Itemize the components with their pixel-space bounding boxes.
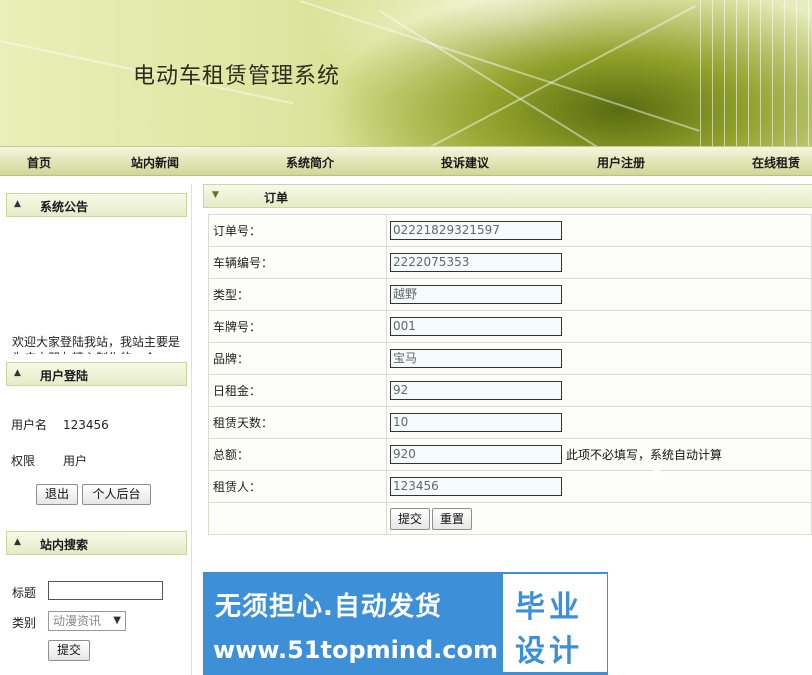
submit-button[interactable]: 提交 bbox=[390, 507, 431, 530]
triangle-up-icon: ▲ bbox=[14, 199, 21, 209]
field-label: 车牌号： bbox=[208, 310, 387, 343]
nav-news[interactable]: 站内新闻 bbox=[131, 154, 179, 171]
login-header: ▲ 用户登陆 bbox=[6, 362, 187, 386]
daily-rent-input[interactable]: 92 bbox=[390, 381, 562, 400]
ad-badge-line1: 毕业 bbox=[515, 590, 583, 625]
search-title-label: 标题 bbox=[12, 586, 37, 600]
total-input[interactable]: 920 bbox=[390, 445, 562, 464]
field-label: 品牌： bbox=[208, 342, 387, 375]
triangle-up-icon: ▲ bbox=[14, 537, 21, 547]
field-label: 租赁天数： bbox=[208, 406, 387, 439]
main-nav: 首页 站内新闻 系统简介 投诉建议 用户注册 在线租赁 bbox=[0, 146, 812, 176]
reset-button[interactable]: 重置 bbox=[432, 507, 473, 530]
search-title-input[interactable] bbox=[48, 581, 163, 600]
role-row: 权限 用户 bbox=[11, 452, 87, 469]
announcement-header: ▲ 系统公告 bbox=[6, 193, 187, 217]
field-label: 租赁人： bbox=[208, 470, 387, 503]
field-label: 总额： bbox=[208, 438, 387, 471]
renter-input[interactable]: 123456 bbox=[390, 477, 562, 496]
search-submit-button[interactable]: 提交 bbox=[48, 640, 90, 661]
plate-number-input[interactable]: 001 bbox=[390, 317, 562, 336]
form-row: 品牌： 宝马 bbox=[208, 342, 812, 375]
page: 电动车租赁管理系统 首页 站内新闻 系统简介 投诉建议 用户注册 在线租赁 ▲ … bbox=[0, 0, 812, 675]
announcement-text: 欢迎大家登陆我站，我站主要是为广大朋友精心制作的一个 bbox=[12, 335, 180, 354]
form-row: 车牌号： 001 bbox=[208, 310, 812, 343]
search-category-label: 类别 bbox=[12, 616, 37, 630]
category-select-value: 动漫资讯 bbox=[53, 614, 102, 628]
form-row: 车辆编号： 2222075353 bbox=[208, 246, 812, 279]
profile-button[interactable]: 个人后台 bbox=[82, 484, 151, 505]
dropdown-arrow-icon: ▼ bbox=[113, 615, 121, 626]
username-row: 用户名 123456 bbox=[11, 416, 109, 433]
field-label: 日租金： bbox=[208, 374, 387, 407]
form-row: 租赁天数： 10 bbox=[208, 406, 812, 439]
field-label: 类型： bbox=[208, 278, 387, 311]
vehicle-number-input[interactable]: 2222075353 bbox=[390, 253, 562, 272]
field-label: 车辆编号： bbox=[208, 246, 387, 279]
form-row: 日租金： 92 bbox=[208, 374, 812, 407]
form-row: 类型： 越野 bbox=[208, 278, 812, 311]
triangle-up-icon: ▲ bbox=[14, 368, 21, 378]
order-form: 订单号： 02221829321597 车辆编号： 2222075353 类型：… bbox=[208, 214, 812, 535]
search-header: ▲ 站内搜索 bbox=[6, 531, 187, 555]
logout-button[interactable]: 退出 bbox=[36, 484, 78, 505]
order-header: ▼ 订单 bbox=[203, 184, 812, 208]
username-value: 123456 bbox=[63, 418, 109, 432]
brand-input[interactable]: 宝马 bbox=[390, 349, 562, 368]
search-title: 站内搜索 bbox=[40, 538, 89, 552]
type-input[interactable]: 越野 bbox=[390, 285, 562, 304]
form-row: 租赁人： 123456 bbox=[208, 470, 812, 503]
nav-register[interactable]: 用户注册 bbox=[597, 154, 645, 171]
rental-days-input[interactable]: 10 bbox=[390, 413, 562, 432]
order-number-input[interactable]: 02221829321597 bbox=[390, 221, 562, 240]
nav-online-rental[interactable]: 在线租赁 bbox=[752, 154, 800, 171]
nav-home[interactable]: 首页 bbox=[27, 154, 51, 171]
announcement-title: 系统公告 bbox=[40, 200, 89, 214]
empty-cell bbox=[208, 502, 387, 535]
ad-line2: www.51topmind.com bbox=[213, 636, 498, 664]
sidebar: ▲ 系统公告 欢迎大家登陆我站，我站主要是为广大朋友精心制作的一个 ▲ 用户登陆… bbox=[0, 184, 192, 675]
ad-badge-line2: 设计 bbox=[515, 634, 583, 669]
login-title: 用户登陆 bbox=[40, 369, 89, 383]
form-row: 订单号： 02221829321597 bbox=[208, 214, 812, 247]
field-label: 订单号： bbox=[208, 214, 387, 247]
role-label: 权限 bbox=[11, 454, 36, 468]
header-banner: 电动车租赁管理系统 bbox=[0, 0, 812, 146]
triangle-down-icon: ▼ bbox=[212, 190, 219, 200]
order-title: 订单 bbox=[264, 191, 289, 205]
nav-about[interactable]: 系统简介 bbox=[286, 154, 334, 171]
ad-banner[interactable]: 无须担心.自动发货 www.51topmind.com 毕业 设计 bbox=[203, 572, 608, 675]
role-value: 用户 bbox=[63, 454, 88, 468]
app-title: 电动车租赁管理系统 bbox=[133, 64, 341, 89]
username-label: 用户名 bbox=[11, 418, 48, 432]
category-select[interactable]: 动漫资讯 ▼ bbox=[48, 611, 126, 631]
total-hint: 此项不必填写，系统自动计算 bbox=[566, 448, 723, 462]
form-row: 总额： 920 此项不必填写，系统自动计算 bbox=[208, 438, 812, 471]
form-actions-row: 提交 重置 bbox=[208, 502, 812, 535]
ad-line1: 无须担心.自动发货 bbox=[215, 592, 442, 622]
ad-badge: 毕业 设计 bbox=[503, 574, 607, 672]
nav-feedback[interactable]: 投诉建议 bbox=[441, 154, 489, 171]
